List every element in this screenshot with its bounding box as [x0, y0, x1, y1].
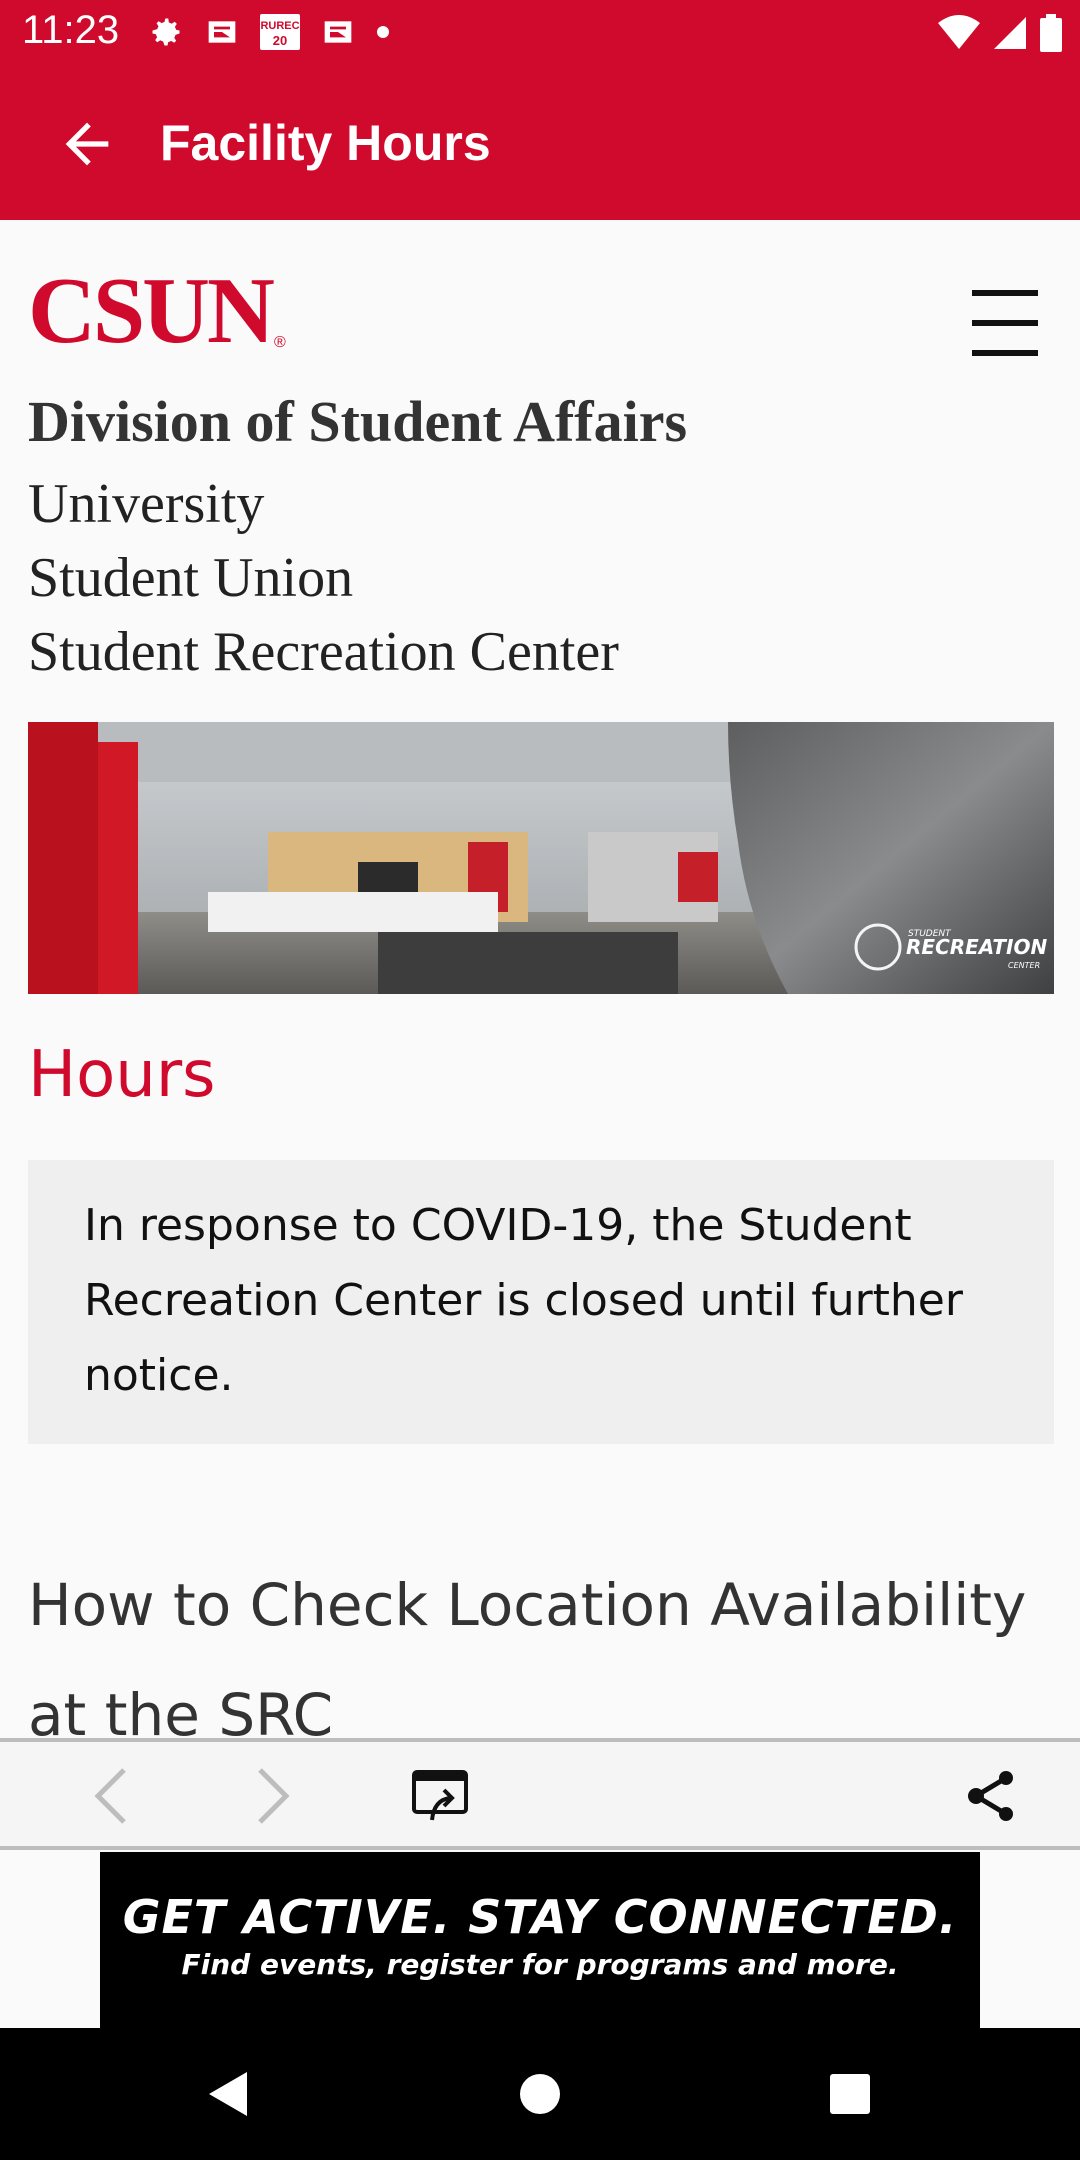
system-nav-bar: [0, 2028, 1080, 2160]
system-icons: [938, 14, 1062, 57]
web-view[interactable]: CSUN ® Division of Student Affairs Unive…: [0, 220, 1080, 1740]
share-button[interactable]: [960, 1764, 1024, 1828]
hours-heading: Hours: [28, 1038, 216, 1112]
division-title[interactable]: Division of Student Affairs: [28, 388, 687, 455]
back-arrow-icon: [65, 122, 109, 166]
nav-recents-button[interactable]: [818, 2062, 882, 2126]
recents-square-icon: [830, 2074, 870, 2114]
browser-forward-button[interactable]: [242, 1764, 306, 1828]
nav-home-button[interactable]: [508, 2062, 572, 2126]
menu-icon-bar: [972, 320, 1038, 326]
back-button[interactable]: [52, 109, 122, 179]
breadcrumb-student-union[interactable]: Student Union: [28, 546, 353, 610]
dot-icon: [376, 25, 390, 44]
hamburger-menu-button[interactable]: [972, 288, 1042, 358]
ad-subline: Find events, register for programs and m…: [181, 1948, 899, 1981]
forward-arrow-icon: [258, 1768, 290, 1824]
rurec-icon-text: RUREC: [260, 20, 299, 32]
covid-notice: In response to COVID-19, the Student Rec…: [28, 1160, 1054, 1444]
section-heading: How to Check Location Availability at th…: [28, 1571, 1027, 1740]
menu-icon: [972, 290, 1038, 296]
back-arrow-icon: [94, 1768, 126, 1824]
browser-back-button[interactable]: [78, 1764, 142, 1828]
share-icon: [968, 1771, 1013, 1821]
notification-icons: RUREC 20: [148, 14, 390, 55]
back-triangle-icon: [209, 2072, 247, 2116]
rurec-icon: RUREC 20: [260, 14, 300, 55]
home-circle-icon: [520, 2074, 560, 2114]
notice-text: In response to COVID-19, the Student Rec…: [84, 1200, 963, 1401]
ad-banner[interactable]: GET ACTIVE. STAY CONNECTED. Find events,…: [100, 1852, 980, 2028]
registered-mark: ®: [273, 334, 286, 351]
breadcrumb-src[interactable]: Student Recreation Center: [28, 620, 619, 684]
nav-back-button[interactable]: [195, 2062, 259, 2126]
csun-logo-text: CSUN: [28, 259, 275, 363]
ad-area: GET ACTIVE. STAY CONNECTED. Find events,…: [0, 1850, 1080, 2028]
menu-icon-bar: [972, 350, 1038, 356]
breadcrumb-university[interactable]: University: [28, 472, 264, 536]
open-in-browser-icon: [412, 1770, 468, 1821]
app-bar: Facility Hours: [0, 64, 1080, 220]
hero-image: STUDENT RECREATION CENTER: [28, 722, 1054, 994]
wifi-icon: [938, 15, 980, 56]
news-icon: [206, 16, 238, 53]
status-bar: 11:23 RUREC 20: [0, 0, 1080, 64]
status-time: 11:23: [22, 8, 120, 52]
csun-logo[interactable]: CSUN ®: [28, 264, 286, 358]
open-in-browser-button[interactable]: [408, 1764, 472, 1828]
hero-watermark-sub: CENTER: [1008, 961, 1040, 970]
signal-icon: [992, 15, 1028, 56]
settings-icon: [148, 14, 184, 55]
battery-icon: [1040, 14, 1062, 57]
browser-toolbar: [0, 1738, 1080, 1850]
svg-text:20: 20: [273, 33, 287, 48]
hero-watermark: RECREATION: [906, 935, 1047, 959]
ad-headline: GET ACTIVE. STAY CONNECTED.: [122, 1890, 958, 1944]
news-icon: [322, 16, 354, 53]
page-title: Facility Hours: [160, 115, 491, 171]
